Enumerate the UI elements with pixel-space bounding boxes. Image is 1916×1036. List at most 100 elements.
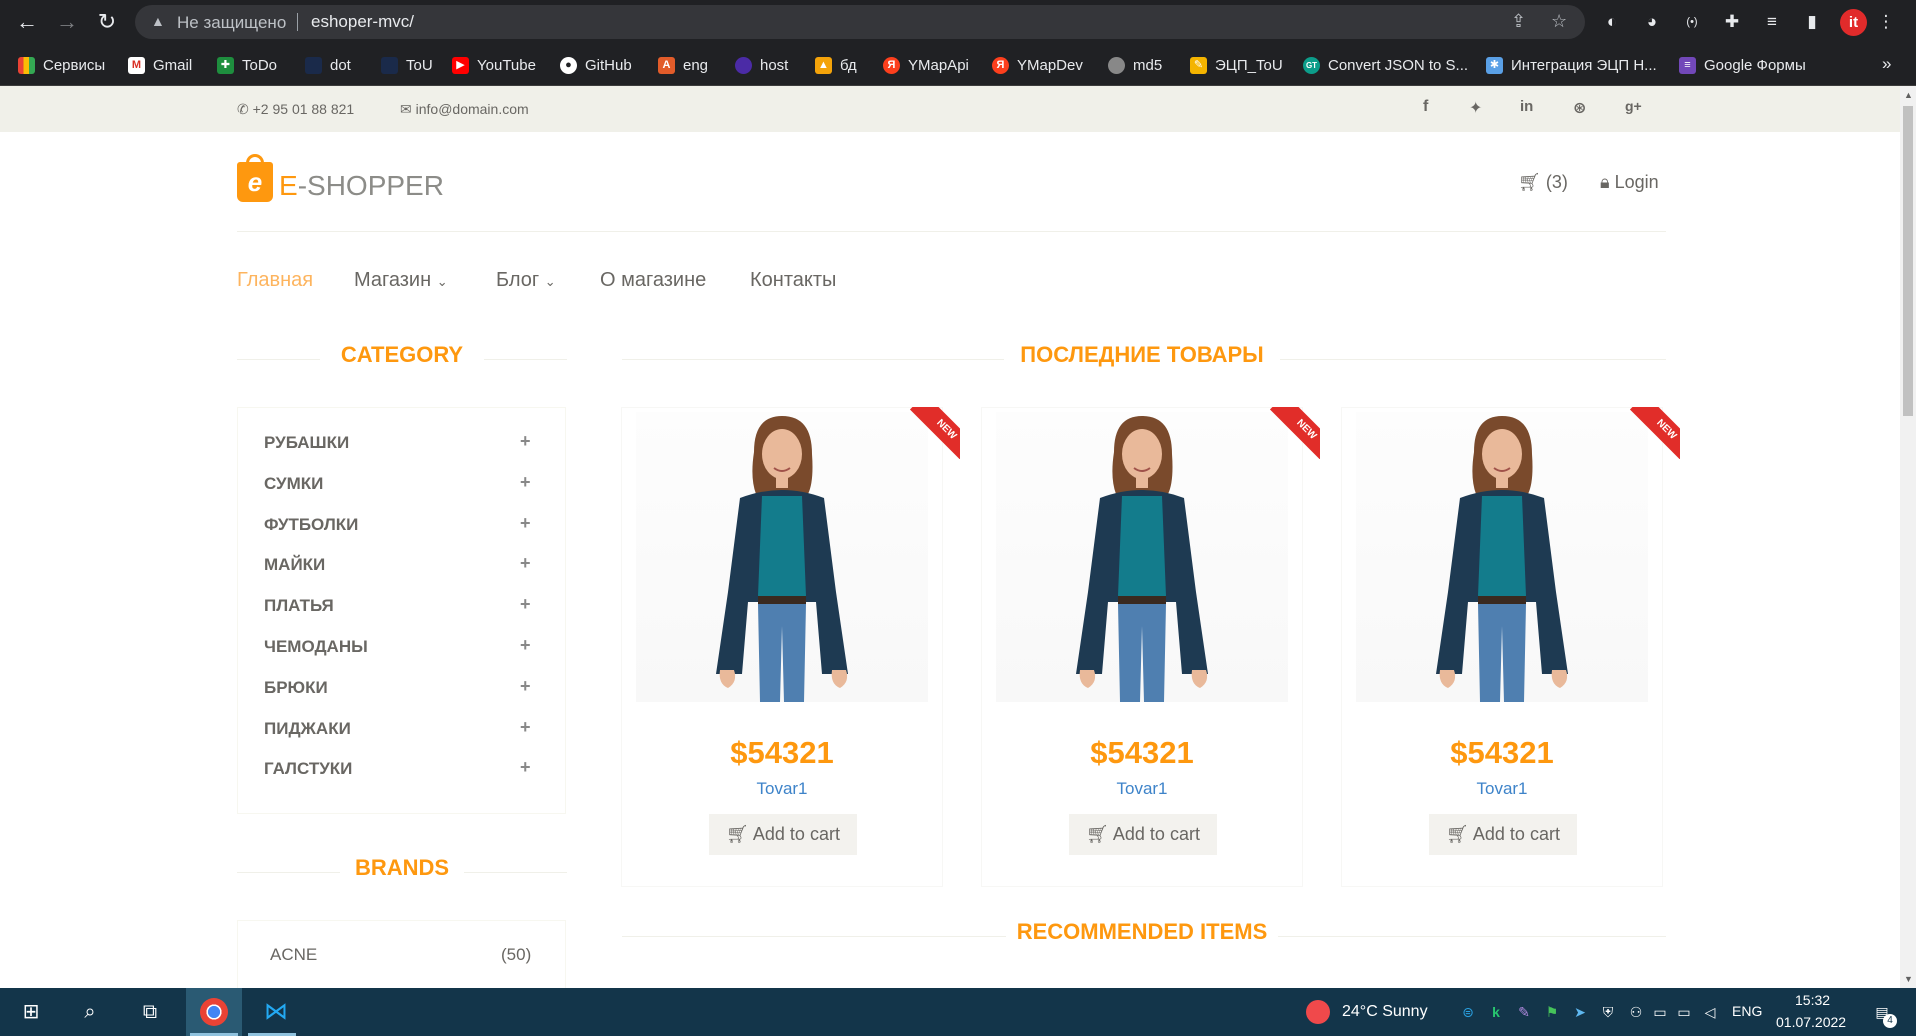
add-to-cart-button[interactable]: 🛒︎ Add to cart (709, 814, 857, 855)
bookmark-item[interactable]: ▲ бд (815, 55, 857, 75)
category-item[interactable]: ФУТБОЛКИ (264, 515, 358, 535)
plus-icon[interactable]: + (520, 513, 531, 534)
google-plus-icon[interactable]: g+ (1625, 98, 1642, 114)
bookmark-item[interactable]: ≡ Google Формы (1679, 55, 1806, 75)
network-icon[interactable]: ⚇ (1626, 1002, 1646, 1022)
login-link[interactable]: 🔒︎ Login (1600, 172, 1659, 193)
bookmark-item[interactable]: GT Convert JSON to S... (1303, 55, 1468, 75)
share-icon[interactable]: ⇪ (1511, 11, 1526, 32)
category-item[interactable]: СУМКИ (264, 474, 323, 494)
search-icon[interactable]: ⌕ (76, 998, 104, 1026)
side-panel-icon[interactable]: ▮ (1800, 10, 1824, 34)
scroll-down-icon[interactable]: ▼ (1904, 974, 1913, 984)
scroll-up-icon[interactable]: ▲ (1904, 90, 1913, 100)
plus-icon[interactable]: + (520, 594, 531, 615)
twitter-icon[interactable]: ✦ (1469, 98, 1482, 118)
bookmark-star-icon[interactable]: ☆ (1551, 11, 1567, 32)
address-bar[interactable]: ▲ Не защищено eshoper-mvc/ ⇪ ☆ (135, 5, 1585, 39)
clock-time[interactable]: 15:32 (1795, 992, 1830, 1008)
nav-blog[interactable]: Блог ⌄ (496, 269, 556, 292)
reload-icon[interactable]: ↻ (94, 9, 120, 35)
category-item[interactable]: МАЙКИ (264, 555, 325, 575)
brand-name[interactable]: ACNE (270, 945, 317, 965)
bookmark-item[interactable]: dot (305, 55, 351, 75)
extensions-puzzle-icon[interactable]: ✚ (1720, 10, 1744, 34)
profile-avatar[interactable]: it (1840, 9, 1867, 36)
bookmark-item[interactable]: Я YMapApi (883, 55, 969, 75)
add-to-cart-button[interactable]: 🛒︎ Add to cart (1429, 814, 1577, 855)
product-name[interactable]: Tovar1 (622, 779, 942, 799)
task-view-icon[interactable]: ⧉ (136, 998, 164, 1026)
category-item[interactable]: ГАЛСТУКИ (264, 759, 352, 779)
plus-icon[interactable]: + (520, 635, 531, 656)
plus-icon[interactable]: + (520, 431, 531, 452)
bookmark-item[interactable]: ✎ ЭЦП_ToU (1190, 55, 1283, 75)
bookmark-item[interactable]: Aeng (658, 55, 708, 75)
security-label[interactable]: Не защищено (177, 13, 286, 33)
bookmark-item[interactable]: Сервисы (18, 55, 105, 75)
extension-radio-icon[interactable]: (•) (1680, 10, 1704, 34)
product-image[interactable] (996, 412, 1288, 702)
forward-icon[interactable]: → (54, 9, 80, 35)
bookmark-item[interactable]: ✱ Интеграция ЭЦП Н... (1486, 55, 1657, 75)
skype-icon[interactable]: ⊜ (1458, 1002, 1478, 1022)
bookmark-item[interactable]: md5 (1108, 55, 1162, 75)
nav-contacts[interactable]: Контакты (750, 269, 836, 292)
taskbar-chrome[interactable] (186, 988, 242, 1036)
volume-icon[interactable]: ◁ (1700, 1002, 1720, 1022)
plus-icon[interactable]: + (520, 676, 531, 697)
weather-text[interactable]: 24°C Sunny (1342, 1003, 1428, 1021)
weather-icon[interactable] (1306, 1000, 1330, 1024)
nav-shop[interactable]: Магазин ⌄ (354, 269, 448, 292)
bookmark-item[interactable]: host (735, 55, 788, 75)
bookmark-item[interactable]: ▶ YouTube (452, 55, 536, 75)
product-name[interactable]: Tovar1 (982, 779, 1302, 799)
battery-icon[interactable]: ▭ (1650, 1002, 1670, 1022)
media-queue-icon[interactable]: ≡ (1760, 10, 1784, 34)
monitor-icon[interactable]: ▭ (1674, 1002, 1694, 1022)
bookmark-item[interactable]: Я YMapDev (992, 55, 1083, 75)
cart-link[interactable]: 🛒︎ (3) (1518, 172, 1568, 193)
category-item[interactable]: ЧЕМОДАНЫ (264, 637, 368, 657)
shield-icon[interactable]: ⛨ (1598, 1002, 1618, 1022)
product-image[interactable] (1356, 412, 1648, 702)
url-text[interactable]: eshoper-mvc/ (311, 12, 414, 32)
product-image[interactable] (636, 412, 928, 702)
kaspersky-icon[interactable]: k (1486, 1002, 1506, 1022)
telegram-icon[interactable]: ➤ (1570, 1002, 1590, 1022)
product-name[interactable]: Tovar1 (1342, 779, 1662, 799)
add-to-cart-button[interactable]: 🛒︎ Add to cart (1069, 814, 1217, 855)
facebook-icon[interactable]: f (1423, 98, 1428, 116)
plus-icon[interactable]: + (520, 717, 531, 738)
extension-globe-icon[interactable]: ◐ (1600, 10, 1624, 34)
phone-contact[interactable]: ✆ +2 95 01 88 821 (237, 101, 354, 118)
feather-icon[interactable]: ✎ (1514, 1002, 1534, 1022)
nav-home[interactable]: Главная (237, 269, 313, 292)
category-item[interactable]: РУБАШКИ (264, 433, 349, 453)
plus-icon[interactable]: + (520, 472, 531, 493)
plus-icon[interactable]: + (520, 757, 531, 778)
windows-start-icon[interactable]: ⊞ (17, 998, 45, 1026)
bookmark-item[interactable]: M Gmail (128, 55, 192, 75)
menu-dots-icon[interactable]: ⋮ (1874, 10, 1898, 34)
extension-color-icon[interactable]: ◕ (1640, 10, 1664, 34)
scroll-thumb[interactable] (1903, 106, 1913, 416)
dribbble-icon[interactable]: ⊛ (1573, 98, 1586, 118)
bookmark-item[interactable]: ● GitHub (560, 55, 632, 75)
clock-date[interactable]: 01.07.2022 (1776, 1014, 1846, 1030)
bookmarks-overflow[interactable]: » (1882, 54, 1891, 74)
language-indicator[interactable]: ENG (1732, 1003, 1762, 1019)
category-item[interactable]: ПЛАТЬЯ (264, 596, 334, 616)
page-scrollbar[interactable]: ▲ ▼ (1900, 86, 1916, 988)
nav-about[interactable]: О магазине (600, 269, 706, 292)
vscode-icon[interactable]: ⋈ (262, 998, 290, 1026)
category-item[interactable]: ПИДЖАКИ (264, 719, 351, 739)
category-item[interactable]: БРЮКИ (264, 678, 328, 698)
bookmark-item[interactable]: ✚ ToDo (217, 55, 277, 75)
plus-icon[interactable]: + (520, 553, 531, 574)
flag-icon[interactable]: ⚑ (1542, 1002, 1562, 1022)
linkedin-icon[interactable]: in (1520, 98, 1533, 115)
back-icon[interactable]: ← (14, 9, 40, 35)
bookmark-item[interactable]: ToU (381, 55, 433, 75)
email-contact[interactable]: ✉ info@domain.com (400, 101, 529, 118)
